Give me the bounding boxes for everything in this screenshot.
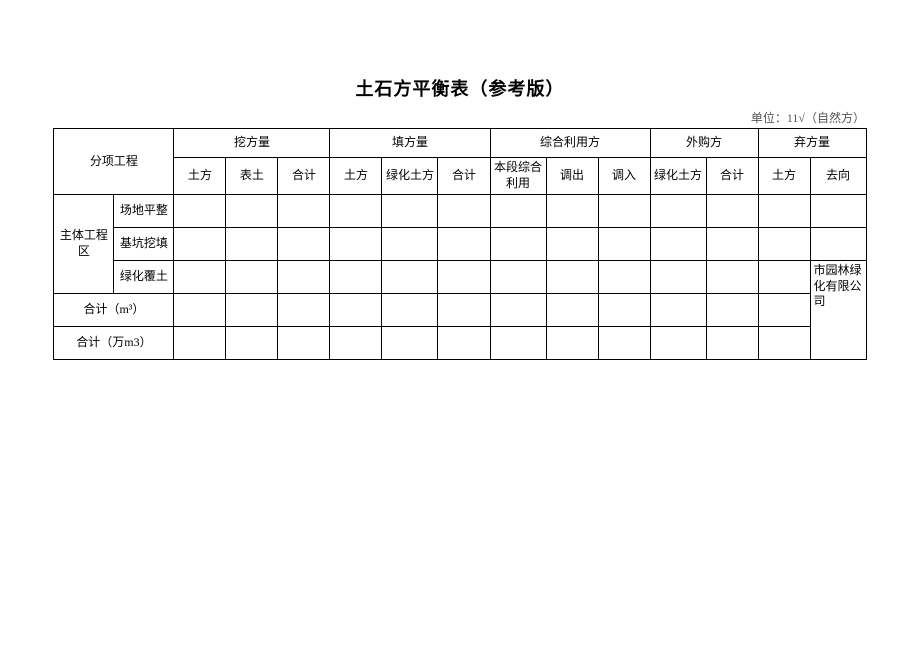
cell — [278, 261, 330, 294]
cell — [546, 294, 598, 327]
header-fill-green: 绿化土方 — [382, 158, 438, 195]
header-exc-topsoil: 表土 — [226, 158, 278, 195]
cell — [650, 195, 706, 228]
document-title: 土石方平衡表（参考版） — [0, 0, 920, 109]
cell — [438, 261, 490, 294]
cell — [226, 294, 278, 327]
cell — [758, 294, 810, 327]
cell — [758, 195, 810, 228]
cell — [706, 327, 758, 360]
header-waste-soil: 土方 — [758, 158, 810, 195]
cell — [330, 294, 382, 327]
row-site-level: 场地平整 — [114, 195, 174, 228]
cell — [438, 195, 490, 228]
cell — [598, 261, 650, 294]
row-pit: 基坑挖填 — [114, 228, 174, 261]
cell — [546, 327, 598, 360]
cell — [174, 228, 226, 261]
header-fill: 填方量 — [330, 129, 490, 158]
cell — [706, 195, 758, 228]
table-row: 合计（m³） — [54, 294, 866, 327]
cell — [758, 228, 810, 261]
header-project: 分项工程 — [54, 129, 174, 195]
header-pur-green: 绿化土方 — [650, 158, 706, 195]
cell — [330, 327, 382, 360]
header-exc-total: 合计 — [278, 158, 330, 195]
cell — [598, 294, 650, 327]
table-row: 基坑挖填 — [54, 228, 866, 261]
cell — [438, 294, 490, 327]
cell — [174, 261, 226, 294]
cell — [598, 228, 650, 261]
cell — [546, 261, 598, 294]
cell — [330, 228, 382, 261]
row-total-wm3: 合计（万m3） — [54, 327, 174, 360]
cell — [598, 327, 650, 360]
table-row: 绿化覆土 市园林绿化有限公司 — [54, 261, 866, 294]
header-fill-soil: 土方 — [330, 158, 382, 195]
cell — [546, 195, 598, 228]
cell — [382, 294, 438, 327]
cell — [330, 195, 382, 228]
header-exc-soil: 土方 — [174, 158, 226, 195]
cell — [758, 261, 810, 294]
cell — [810, 195, 866, 228]
header-pur-total: 合计 — [706, 158, 758, 195]
cell — [650, 261, 706, 294]
table-row: 合计（万m3） — [54, 327, 866, 360]
cell — [278, 327, 330, 360]
header-utilize: 综合利用方 — [490, 129, 650, 158]
header-util-in: 调入 — [598, 158, 650, 195]
cell — [490, 294, 546, 327]
cell — [546, 228, 598, 261]
cell — [706, 261, 758, 294]
unit-label: 单位：11√（自然方） — [0, 109, 920, 128]
cell — [706, 294, 758, 327]
row-total-m3: 合计（m³） — [54, 294, 174, 327]
row-green-cover: 绿化覆土 — [114, 261, 174, 294]
cell — [174, 195, 226, 228]
cell — [278, 294, 330, 327]
cell — [226, 327, 278, 360]
header-waste-dest: 去向 — [810, 158, 866, 195]
cell — [758, 327, 810, 360]
cell — [650, 228, 706, 261]
cell — [650, 327, 706, 360]
cell — [174, 294, 226, 327]
cell — [330, 261, 382, 294]
cell — [598, 195, 650, 228]
earthwork-table: 分项工程 挖方量 填方量 综合利用方 外购方 弃方量 土方 表土 合计 土方 绿… — [53, 128, 866, 360]
cell — [382, 228, 438, 261]
cell — [382, 327, 438, 360]
cell — [278, 195, 330, 228]
cell — [226, 228, 278, 261]
cell — [382, 195, 438, 228]
header-util-local: 本段综合 利用 — [490, 158, 546, 195]
cell — [490, 327, 546, 360]
cell — [490, 195, 546, 228]
cell — [490, 228, 546, 261]
header-waste: 弃方量 — [758, 129, 866, 158]
cell — [490, 261, 546, 294]
header-purchase: 外购方 — [650, 129, 758, 158]
cell — [706, 228, 758, 261]
header-util-out: 调出 — [546, 158, 598, 195]
green-dest-cell: 市园林绿化有限公司 — [810, 261, 866, 360]
cell — [438, 228, 490, 261]
cell — [438, 327, 490, 360]
cell — [174, 327, 226, 360]
main-zone-label: 主体工程区 — [54, 195, 114, 294]
cell — [382, 261, 438, 294]
cell — [226, 195, 278, 228]
cell — [650, 294, 706, 327]
header-excavation: 挖方量 — [174, 129, 330, 158]
cell — [278, 228, 330, 261]
table-row: 主体工程区 场地平整 — [54, 195, 866, 228]
header-fill-total: 合计 — [438, 158, 490, 195]
cell — [226, 261, 278, 294]
cell — [810, 228, 866, 261]
